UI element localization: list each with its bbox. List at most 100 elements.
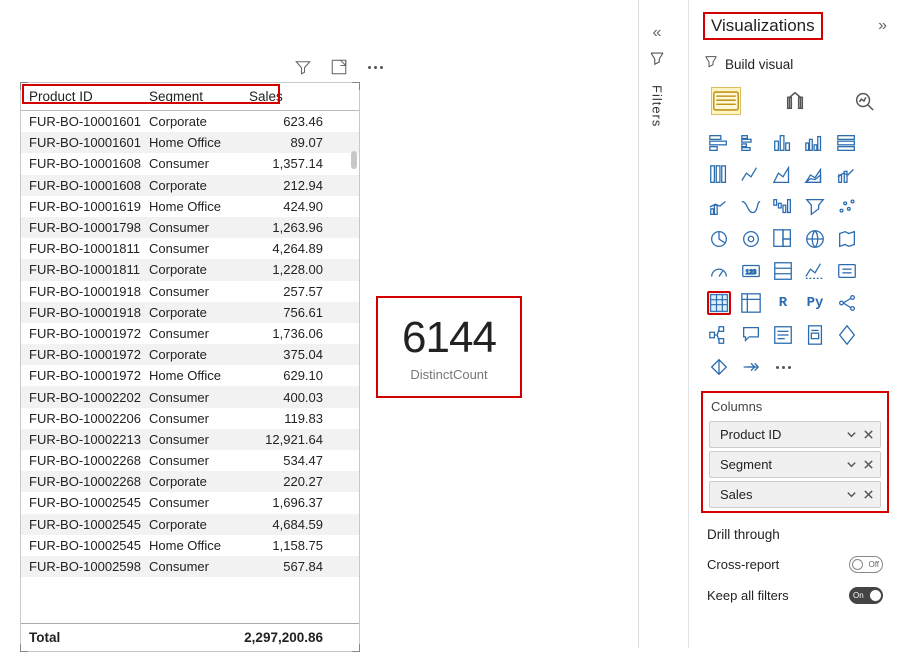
- table-row[interactable]: FUR-BO-10001608 Consumer 1,357.14: [21, 153, 359, 174]
- field-well-item[interactable]: Sales: [709, 481, 881, 508]
- viz-table-icon[interactable]: [707, 291, 731, 315]
- table-row[interactable]: FUR-BO-10002213 Consumer 12,921.64: [21, 429, 359, 450]
- viz-stacked-bar-icon[interactable]: [707, 131, 731, 155]
- viz-line-clustered-icon[interactable]: [707, 195, 731, 219]
- chevron-left-icon[interactable]: «: [653, 24, 662, 42]
- field-well-item[interactable]: Product ID: [709, 421, 881, 448]
- chevron-right-icon[interactable]: »: [878, 17, 887, 35]
- table-row[interactable]: FUR-BO-10002268 Consumer 534.47: [21, 450, 359, 471]
- cell-sales: 119.83: [249, 411, 351, 426]
- viz-funnel-icon[interactable]: [803, 195, 827, 219]
- viz-powerapps-icon[interactable]: [835, 323, 859, 347]
- viz-ribbon-icon[interactable]: [739, 195, 763, 219]
- table-row[interactable]: FUR-BO-10002545 Home Office 1,158.75: [21, 535, 359, 556]
- card-visual[interactable]: 6144 DistinctCount: [376, 296, 522, 398]
- viz-line-icon[interactable]: [739, 163, 763, 187]
- keep-all-filters-toggle[interactable]: On: [849, 587, 883, 604]
- viz-clustered-bar-icon[interactable]: [739, 131, 763, 155]
- viz-treemap-icon[interactable]: [771, 227, 795, 251]
- viz-area-icon[interactable]: [771, 163, 795, 187]
- viz-kpi-icon[interactable]: [803, 259, 827, 283]
- viz-line-stacked-icon[interactable]: [835, 163, 859, 187]
- viz-stacked-area-icon[interactable]: [803, 163, 827, 187]
- cell-sales: 623.46: [249, 114, 351, 129]
- table-row[interactable]: FUR-BO-10001972 Consumer 1,736.06: [21, 323, 359, 344]
- table-row[interactable]: FUR-BO-10001601 Home Office 89.07: [21, 132, 359, 153]
- cell-product-id: FUR-BO-10001918: [29, 305, 149, 320]
- viz-pie-icon[interactable]: [707, 227, 731, 251]
- cell-product-id: FUR-BO-10001918: [29, 284, 149, 299]
- col-header-sales[interactable]: Sales: [249, 89, 351, 104]
- viz-filled-map-icon[interactable]: [835, 227, 859, 251]
- analytics-tab[interactable]: [850, 87, 879, 115]
- table-row[interactable]: FUR-BO-10001811 Consumer 4,264.89: [21, 238, 359, 259]
- cross-report-toggle[interactable]: Off: [849, 556, 883, 573]
- table-row[interactable]: FUR-BO-10001601 Corporate 623.46: [21, 111, 359, 132]
- viz-r-visual-icon[interactable]: R: [771, 291, 795, 315]
- cell-product-id: FUR-BO-10001972: [29, 347, 149, 362]
- table-row[interactable]: FUR-BO-10002545 Consumer 1,696.37: [21, 492, 359, 513]
- more-options-icon[interactable]: [366, 58, 384, 76]
- focus-mode-icon[interactable]: [330, 58, 348, 76]
- cell-segment: Consumer: [149, 411, 249, 426]
- viz-more-icon[interactable]: [771, 355, 795, 379]
- build-visual-tab[interactable]: [711, 87, 741, 115]
- table-row[interactable]: FUR-BO-10001619 Home Office 424.90: [21, 196, 359, 217]
- viz-gauge-icon[interactable]: [707, 259, 731, 283]
- table-scrollbar[interactable]: [351, 151, 357, 169]
- table-row[interactable]: FUR-BO-10002545 Corporate 4,684.59: [21, 514, 359, 535]
- filters-pane-collapsed[interactable]: « Filters: [648, 24, 666, 127]
- viz-donut-icon[interactable]: [739, 227, 763, 251]
- total-label: Total: [29, 630, 146, 645]
- viz-arrow-icon[interactable]: [739, 355, 763, 379]
- viz-narrative-icon[interactable]: [771, 323, 795, 347]
- table-visual[interactable]: Product ID Segment Sales FUR-BO-10001601…: [20, 82, 360, 652]
- viz-stacked-column-100-icon[interactable]: [707, 163, 731, 187]
- viz-decomposition-icon[interactable]: [707, 323, 731, 347]
- col-header-segment[interactable]: Segment: [149, 89, 249, 104]
- remove-field-icon[interactable]: [863, 459, 874, 470]
- viz-card-icon[interactable]: 123: [739, 259, 763, 283]
- table-row[interactable]: FUR-BO-10002202 Consumer 400.03: [21, 386, 359, 407]
- table-row[interactable]: FUR-BO-10001608 Corporate 212.94: [21, 175, 359, 196]
- viz-waterfall-icon[interactable]: [771, 195, 795, 219]
- chevron-down-icon[interactable]: [846, 429, 857, 440]
- viz-stacked-column-icon[interactable]: [771, 131, 795, 155]
- col-header-product-id[interactable]: Product ID: [29, 89, 149, 104]
- viz-slicer-icon[interactable]: [835, 259, 859, 283]
- table-row[interactable]: FUR-BO-10001811 Corporate 1,228.00: [21, 259, 359, 280]
- table-row[interactable]: FUR-BO-10001972 Home Office 629.10: [21, 365, 359, 386]
- table-row[interactable]: FUR-BO-10001798 Consumer 1,263.96: [21, 217, 359, 238]
- viz-py-visual-icon[interactable]: Py: [803, 291, 827, 315]
- chevron-down-icon[interactable]: [846, 489, 857, 500]
- viz-matrix-icon[interactable]: [739, 291, 763, 315]
- cell-segment: Corporate: [149, 517, 249, 532]
- field-well-item[interactable]: Segment: [709, 451, 881, 478]
- table-row[interactable]: FUR-BO-10002206 Consumer 119.83: [21, 408, 359, 429]
- remove-field-icon[interactable]: [863, 429, 874, 440]
- fields-section-label: Columns: [703, 393, 887, 418]
- remove-field-icon[interactable]: [863, 489, 874, 500]
- viz-map-icon[interactable]: [803, 227, 827, 251]
- cell-product-id: FUR-BO-10002545: [29, 495, 149, 510]
- viz-stacked-bar-100-icon[interactable]: [835, 131, 859, 155]
- viz-key-influencers-icon[interactable]: [835, 291, 859, 315]
- viz-automate-icon[interactable]: [707, 355, 731, 379]
- table-row[interactable]: FUR-BO-10002598 Consumer 567.84: [21, 556, 359, 577]
- filter-icon[interactable]: [294, 58, 312, 76]
- viz-scatter-icon[interactable]: [835, 195, 859, 219]
- cell-product-id: FUR-BO-10002545: [29, 538, 149, 553]
- chevron-down-icon[interactable]: [846, 459, 857, 470]
- cell-segment: Home Office: [149, 538, 249, 553]
- cell-segment: Consumer: [149, 326, 249, 341]
- viz-qna-icon[interactable]: [739, 323, 763, 347]
- viz-multi-row-card-icon[interactable]: [771, 259, 795, 283]
- table-row[interactable]: FUR-BO-10001918 Corporate 756.61: [21, 302, 359, 323]
- format-visual-tab[interactable]: [781, 87, 810, 115]
- table-row[interactable]: FUR-BO-10002268 Corporate 220.27: [21, 471, 359, 492]
- viz-paginated-icon[interactable]: [803, 323, 827, 347]
- table-row[interactable]: FUR-BO-10001972 Corporate 375.04: [21, 344, 359, 365]
- filter-pane-icon: [648, 50, 666, 73]
- viz-clustered-column-icon[interactable]: [803, 131, 827, 155]
- table-row[interactable]: FUR-BO-10001918 Consumer 257.57: [21, 281, 359, 302]
